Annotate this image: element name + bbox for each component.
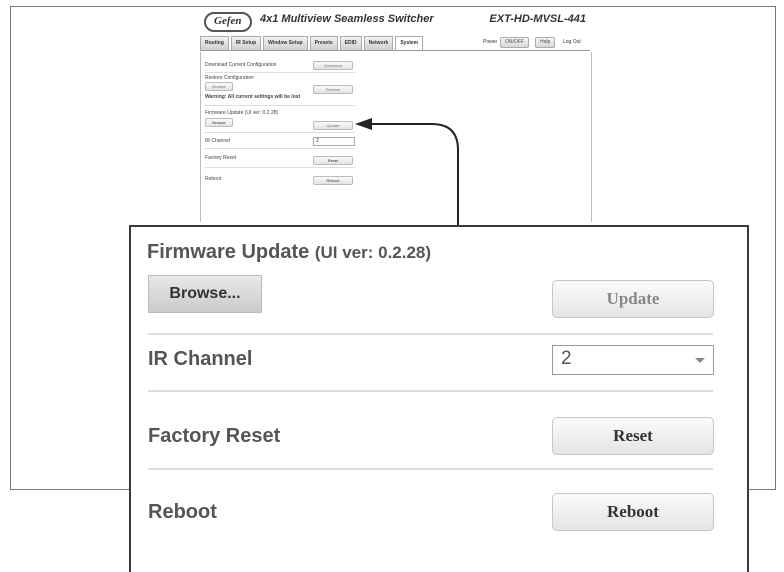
factory-reset-label: Factory Reset [148, 425, 281, 447]
reboot-button[interactable]: Reboot [552, 493, 714, 531]
zoom-callout-panel: Firmware Update (UI ver: 0.2.28) Browse.… [129, 225, 749, 572]
reboot-label: Reboot [148, 501, 217, 523]
separator [148, 390, 713, 392]
ir-channel-value: 2 [561, 348, 572, 369]
browse-button[interactable]: Browse... [148, 275, 262, 313]
separator [148, 468, 713, 470]
ir-channel-label: IR Channel [148, 348, 253, 370]
reset-button[interactable]: Reset [552, 417, 714, 455]
firmware-version: (UI ver: 0.2.28) [314, 243, 432, 262]
firmware-update-title-text: Firmware Update [147, 241, 310, 263]
separator [148, 333, 713, 335]
firmware-update-title: Firmware Update (UI ver: 0.2.28) [147, 241, 431, 264]
update-button[interactable]: Update [552, 280, 714, 318]
ir-channel-select[interactable]: 2 [552, 345, 714, 375]
chevron-down-icon [695, 358, 705, 363]
